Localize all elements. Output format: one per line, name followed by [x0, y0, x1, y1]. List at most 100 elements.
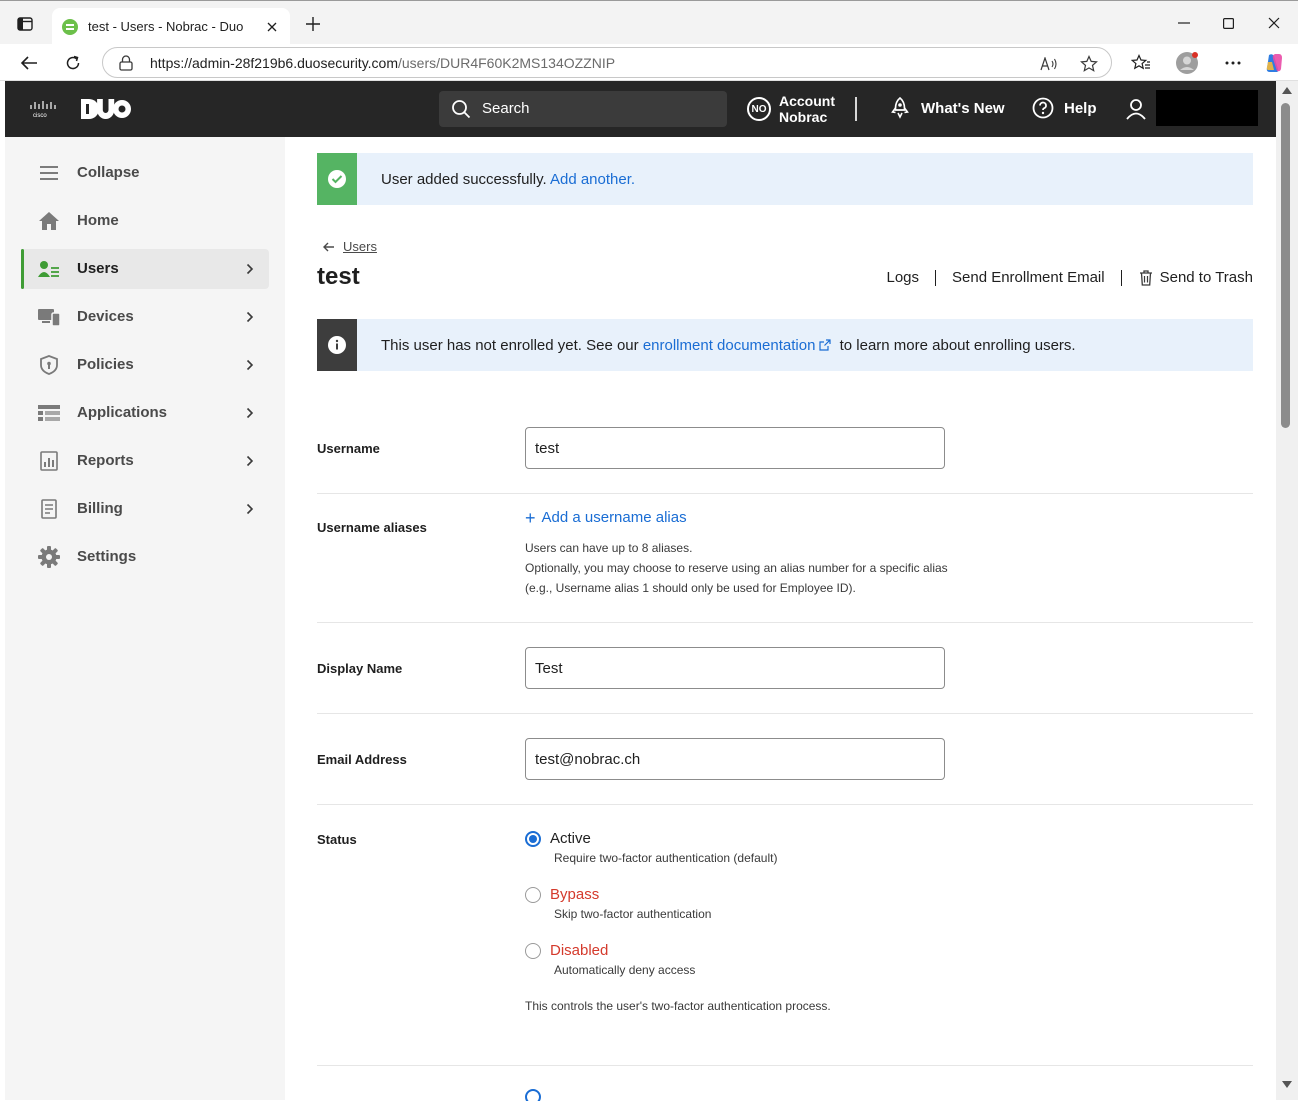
account-name: Nobrac: [779, 109, 828, 125]
address-bar[interactable]: https://admin-28f219b6.duosecurity.com/u…: [102, 47, 1112, 78]
send-enrollment-email-link[interactable]: Send Enrollment Email: [952, 269, 1105, 286]
sidebar: Collapse Home Users Devices Policies App…: [5, 137, 285, 1100]
browser-toolbar: https://admin-28f219b6.duosecurity.com/u…: [0, 44, 1298, 81]
success-text: User added successfully.: [381, 170, 547, 188]
sidebar-item-settings[interactable]: Settings: [21, 537, 269, 577]
send-to-trash-link[interactable]: Send to Trash: [1160, 269, 1253, 286]
minimize-icon[interactable]: [1172, 11, 1196, 35]
favorites-icon[interactable]: [1128, 50, 1154, 76]
sidebar-item-reports[interactable]: Reports: [21, 441, 269, 481]
reports-icon: [38, 450, 60, 472]
lock-icon[interactable]: [119, 55, 135, 71]
applications-icon: [38, 402, 60, 424]
arrow-left-icon: [323, 242, 334, 251]
alias-help-line: (e.g., Username alias 1 should only be u…: [525, 581, 856, 595]
url-text[interactable]: https://admin-28f219b6.duosecurity.com/u…: [150, 55, 615, 71]
sidebar-item-users[interactable]: Users: [21, 249, 269, 289]
profile-avatar-icon[interactable]: [1174, 50, 1200, 76]
row-divider: [317, 713, 1253, 714]
status-option-label: Disabled: [550, 942, 609, 959]
chevron-right-icon: [243, 310, 257, 324]
reload-icon[interactable]: [60, 50, 86, 76]
account-line1: Account: [779, 93, 835, 109]
duo-favicon-icon: [62, 18, 78, 35]
copilot-icon[interactable]: [1261, 50, 1287, 76]
status-option-label: Active: [550, 830, 591, 847]
help-button[interactable]: Help: [1032, 97, 1097, 119]
billing-icon: [38, 498, 60, 520]
users-icon: [38, 258, 60, 280]
new-tab-icon[interactable]: [302, 13, 324, 35]
info-text-after: to learn more about enrolling users.: [839, 336, 1076, 354]
display-name-input[interactable]: Test: [525, 647, 945, 689]
logs-link[interactable]: Logs: [886, 269, 919, 286]
chevron-right-icon: [243, 406, 257, 420]
username-input[interactable]: test: [525, 427, 945, 469]
chevron-right-icon: [243, 358, 257, 372]
status-option-disabled[interactable]: Disabled: [525, 942, 608, 959]
radio-disabled[interactable]: [525, 942, 541, 959]
status-option-active[interactable]: Active: [525, 830, 591, 847]
sidebar-item-devices[interactable]: Devices: [21, 297, 269, 337]
favorite-star-icon[interactable]: [1079, 54, 1099, 74]
whats-new-button[interactable]: What's New: [889, 97, 1005, 119]
search-icon: [451, 99, 471, 124]
next-section-radio[interactable]: [525, 1089, 541, 1101]
alias-help-line: Users can have up to 8 aliases.: [525, 541, 693, 555]
scroll-down-arrow-icon[interactable]: [1282, 1081, 1292, 1088]
status-option-description: Automatically deny access: [554, 963, 696, 977]
global-search[interactable]: Search: [439, 91, 727, 127]
menu-icon: [38, 162, 60, 184]
tab-title: test - Users - Nobrac - Duo: [88, 19, 244, 34]
add-username-alias-button[interactable]: + Add a username alias: [525, 509, 687, 527]
close-tab-icon[interactable]: [264, 19, 280, 35]
scroll-thumb[interactable]: [1281, 103, 1290, 428]
enrollment-documentation-link[interactable]: enrollment documentation: [643, 337, 836, 354]
sidebar-item-label: Settings: [77, 548, 137, 565]
sidebar-item-billing[interactable]: Billing: [21, 489, 269, 529]
browser-tab[interactable]: test - Users - Nobrac - Duo: [52, 8, 290, 45]
gear-icon: [38, 546, 60, 568]
duo-logo-icon[interactable]: [81, 99, 131, 124]
page-scrollbar[interactable]: [1276, 81, 1298, 1100]
radio-bypass[interactable]: [525, 886, 541, 903]
display-name-label: Display Name: [317, 661, 403, 676]
trash-icon[interactable]: [1138, 269, 1154, 286]
account-badge[interactable]: NO: [747, 97, 771, 121]
back-icon[interactable]: [16, 50, 42, 76]
maximize-icon[interactable]: [1216, 11, 1240, 35]
radio-active[interactable]: [525, 830, 541, 847]
chevron-right-icon: [243, 262, 257, 276]
row-divider: [317, 493, 1253, 494]
user-name-redacted[interactable]: [1156, 90, 1258, 126]
more-options-icon[interactable]: [1220, 50, 1246, 76]
status-help-text: This controls the user's two-factor auth…: [525, 999, 831, 1013]
close-window-icon[interactable]: [1262, 11, 1286, 35]
enrollment-info-alert: This user has not enrolled yet. See our …: [317, 319, 1253, 371]
browser-titlebar: test - Users - Nobrac - Duo: [0, 0, 1298, 45]
alias-help-line: Optionally, you may choose to reserve us…: [525, 561, 948, 575]
sidebar-item-label: Collapse: [77, 164, 140, 181]
status-option-bypass[interactable]: Bypass: [525, 886, 599, 903]
status-option-description: Require two-factor authentication (defau…: [554, 851, 778, 865]
row-divider: [317, 622, 1253, 623]
sidebar-item-label: Reports: [77, 452, 134, 469]
info-text-before: This user has not enrolled yet. See our: [381, 336, 639, 354]
add-another-link[interactable]: Add another.: [550, 171, 635, 188]
scroll-up-arrow-icon[interactable]: [1282, 87, 1292, 94]
email-address-input[interactable]: test@nobrac.ch: [525, 738, 945, 780]
read-aloud-icon[interactable]: [1039, 54, 1059, 74]
tab-actions-icon[interactable]: [14, 13, 36, 35]
sidebar-item-applications[interactable]: Applications: [21, 393, 269, 433]
search-label: Search: [482, 100, 530, 117]
user-menu-icon[interactable]: [1124, 97, 1148, 121]
cisco-logo-icon: cisco: [29, 100, 61, 123]
svg-text:cisco: cisco: [33, 113, 47, 118]
sidebar-item-collapse[interactable]: Collapse: [21, 153, 269, 193]
breadcrumb-users-link[interactable]: Users: [343, 239, 377, 254]
sidebar-item-home[interactable]: Home: [21, 201, 269, 241]
sidebar-item-policies[interactable]: Policies: [21, 345, 269, 385]
status-label: Status: [317, 832, 357, 847]
account-switcher[interactable]: Account Nobrac: [779, 93, 835, 125]
breadcrumb[interactable]: Users: [323, 239, 377, 254]
